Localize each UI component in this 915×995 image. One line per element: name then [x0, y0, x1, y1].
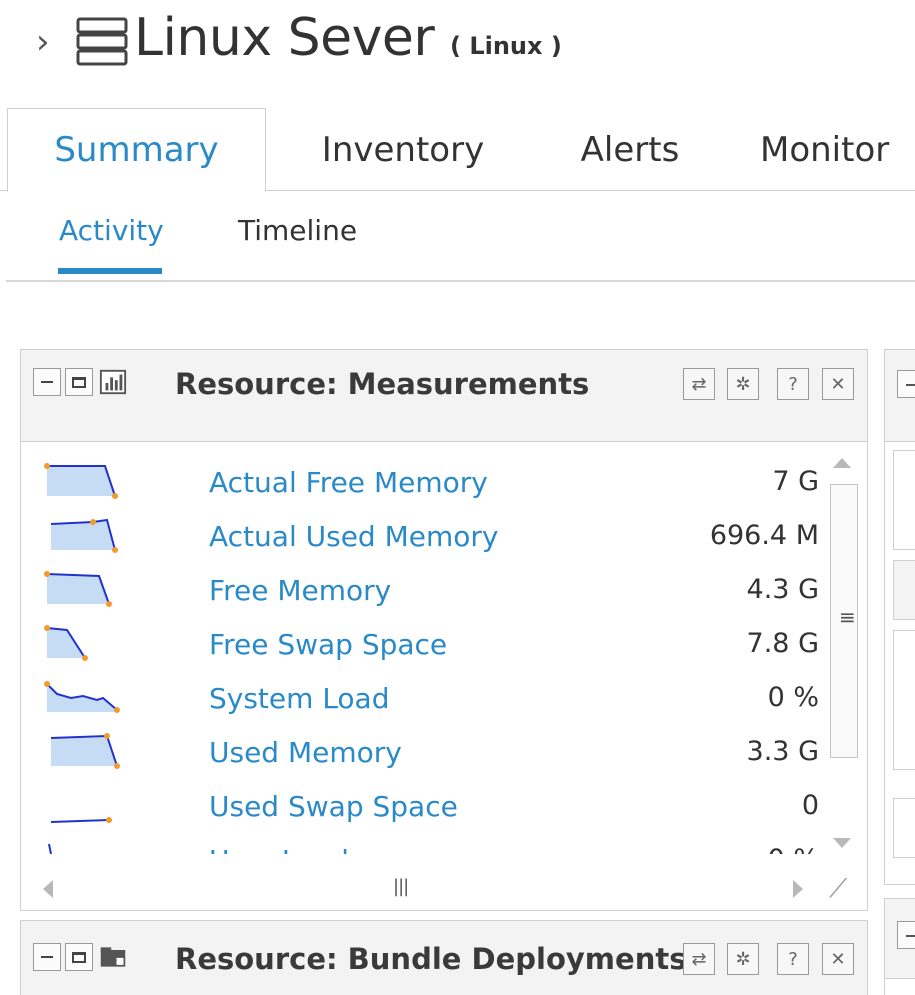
sparkline-icon[interactable] [41, 570, 121, 610]
portlet-header [885, 899, 915, 979]
metric-row: Actual Used Memory 696.4 M [21, 516, 821, 570]
settings-button[interactable]: ✲ [727, 943, 759, 975]
scroll-left-icon[interactable] [43, 880, 53, 898]
metric-row: Free Memory 4.3 G [21, 570, 821, 624]
gear-icon: ✲ [735, 373, 751, 395]
portlet-title: Resource: Measurements [175, 367, 590, 401]
minimize-icon [41, 956, 53, 958]
minimize-button[interactable] [33, 368, 61, 396]
chart-icon [99, 368, 127, 396]
minimize-button[interactable] [33, 943, 61, 971]
scroll-thumb[interactable]: ≡ [830, 484, 858, 758]
sparkline-icon[interactable] [41, 624, 121, 664]
refresh-icon: ⇄ [691, 948, 707, 970]
metric-row: Free Swap Space 7.8 G [21, 624, 821, 678]
tab-summary[interactable]: Summary [7, 108, 266, 192]
close-icon: ✕ [830, 373, 846, 395]
metric-value: 7 G [772, 466, 819, 497]
minimize-button[interactable] [897, 921, 915, 949]
gear-icon: ✲ [735, 948, 751, 970]
settings-button[interactable]: ✲ [727, 368, 759, 400]
resize-handle-icon[interactable]: ⟋ [829, 874, 847, 905]
metric-value: 0 % [767, 682, 819, 713]
adjacent-portlet [884, 349, 915, 885]
refresh-icon: ⇄ [691, 373, 707, 395]
close-button[interactable]: ✕ [822, 368, 854, 400]
metric-value: 4.3 G [746, 574, 819, 605]
metric-row: Used Memory 3.3 G [21, 732, 821, 786]
portlet-header: Resource: Bundle Deployments ⇄ ✲ ? ✕ [21, 921, 867, 995]
maximize-icon [72, 376, 86, 388]
sparkline-icon[interactable] [41, 678, 121, 718]
metric-value: 7.8 G [746, 628, 819, 659]
help-button[interactable]: ? [777, 368, 809, 400]
page-title: Linux Sever [134, 8, 435, 68]
close-icon: ✕ [830, 948, 846, 970]
measurements-portlet: Resource: Measurements ⇄ ✲ ? ✕ Actual Fr… [20, 349, 868, 911]
refresh-button[interactable]: ⇄ [683, 943, 715, 975]
portlet-header: Resource: Measurements ⇄ ✲ ? ✕ [21, 350, 867, 442]
metric-link[interactable]: Used Memory [209, 736, 402, 769]
page-header: › Linux Sever ( Linux ) [0, 0, 915, 90]
help-icon: ? [788, 948, 798, 970]
tab-alerts[interactable]: Alerts [560, 108, 700, 191]
panel-fragment [893, 630, 915, 770]
main-tabs: Summary Inventory Alerts Monitor [0, 108, 915, 192]
portlet-header [885, 350, 915, 442]
adjacent-portlet [884, 898, 915, 995]
metric-link[interactable]: Used Swap Space [209, 790, 458, 823]
metric-link[interactable]: Actual Free Memory [209, 466, 488, 499]
tab-inventory[interactable]: Inventory [298, 108, 508, 191]
panel-fragment [893, 450, 915, 550]
scroll-right-icon[interactable] [793, 880, 803, 898]
vertical-scrollbar[interactable]: ≡ [821, 442, 859, 854]
tab-monitor[interactable]: Monitor [760, 108, 915, 191]
help-icon: ? [788, 373, 798, 395]
grip-icon: ≡ [839, 605, 856, 629]
minimize-button[interactable] [897, 370, 915, 398]
maximize-button[interactable] [65, 943, 93, 971]
scroll-up-icon[interactable] [833, 458, 851, 468]
metric-value: 0 [801, 790, 819, 821]
expand-chevron-icon[interactable]: › [36, 22, 50, 62]
metrics-list: Actual Free Memory 7 G Actual Used Memor… [21, 442, 867, 910]
panel-fragment [893, 798, 915, 858]
metric-value: 696.4 M [709, 520, 819, 551]
metric-row: Used Swap Space 0 [21, 786, 821, 840]
metric-link[interactable]: System Load [209, 682, 389, 715]
horizontal-scrollbar[interactable]: ||| ⟋ [21, 854, 867, 910]
active-subtab-indicator [58, 268, 162, 274]
maximize-icon [72, 951, 86, 963]
server-icon [76, 17, 128, 66]
maximize-button[interactable] [65, 368, 93, 396]
metric-link[interactable]: Free Swap Space [209, 628, 447, 661]
sparkline-icon[interactable] [41, 516, 121, 556]
package-icon [99, 943, 127, 971]
close-button[interactable]: ✕ [822, 943, 854, 975]
metric-value: 3.3 G [746, 736, 819, 767]
metric-row: Actual Free Memory 7 G [21, 462, 821, 516]
sub-tabs: Activity Timeline [6, 192, 915, 282]
sparkline-icon[interactable] [41, 786, 121, 826]
sparkline-icon[interactable] [41, 732, 121, 772]
sparkline-icon[interactable] [41, 462, 121, 502]
metric-row: System Load 0 % [21, 678, 821, 732]
minimize-icon [41, 381, 53, 383]
scroll-down-icon[interactable] [833, 838, 851, 848]
bundle-deployments-portlet: Resource: Bundle Deployments ⇄ ✲ ? ✕ [20, 920, 868, 995]
resource-type-label: ( Linux ) [450, 32, 562, 60]
subtab-activity[interactable]: Activity [59, 214, 164, 247]
subtab-timeline[interactable]: Timeline [238, 214, 357, 247]
grip-icon: ||| [393, 876, 409, 897]
metric-link[interactable]: Actual Used Memory [209, 520, 498, 553]
panel-fragment [893, 560, 915, 620]
refresh-button[interactable]: ⇄ [683, 368, 715, 400]
help-button[interactable]: ? [777, 943, 809, 975]
portlet-title: Resource: Bundle Deployments [175, 942, 687, 976]
metric-link[interactable]: Free Memory [209, 574, 391, 607]
